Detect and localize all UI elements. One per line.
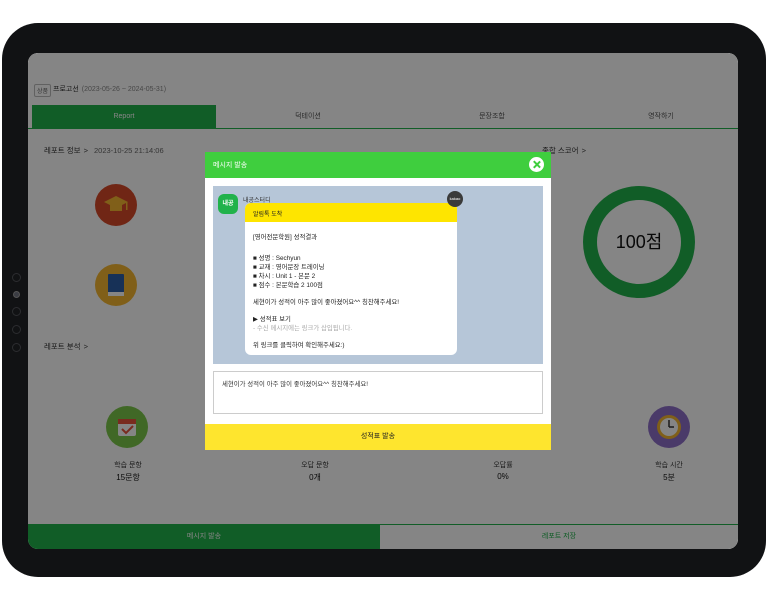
message-bubble: 알림톡 도착 [영어전문학원] 성적결과 ■ 성명 : Sechyun ■ 교재… [245,203,457,355]
sender-avatar: 내공 [218,194,238,214]
kakao-badge: kakao [447,191,463,207]
bubble-line: ■ 차시 : Unit 1 - 본문 2 [253,273,316,280]
bubble-line: ■ 교재 : 영어문장 트레이닝 [253,264,325,271]
close-icon[interactable] [529,157,544,172]
message-send-modal: 메시지 발송 내공 내공스터디 알림톡 도착 [영어전문학원] 성적결과 ■ 성… [205,152,551,450]
bubble-line: 위 링크를 클릭하여 확인해주세요:) [253,342,345,349]
bubble-line: 세현이가 성적이 아주 많이 좋아졌어요^^ 칭찬해주세요! [253,299,399,306]
modal-header: 메시지 발송 [205,152,551,178]
bubble-note: - 수신 메시지에는 링크가 삽입됩니다. [253,325,353,332]
modal-title: 메시지 발송 [213,162,248,169]
tablet-side-buttons [9,273,23,361]
bubble-line: [영어전문학원] 성적결과 [253,234,318,241]
report-link[interactable]: ▶ 성적표 보기 [253,314,291,323]
message-input[interactable] [214,372,542,413]
kakao-message-preview: 내공 내공스터디 알림톡 도착 [영어전문학원] 성적결과 ■ 성명 : Sec… [213,186,543,364]
bubble-header: 알림톡 도착 [245,203,457,222]
message-input-box [213,371,543,414]
bubble-line: ■ 점수 : 본문학습 2 100점 [253,282,323,289]
send-report-button[interactable]: 성적표 발송 [205,424,551,450]
bubble-line: ■ 성명 : Sechyun [253,255,301,262]
app-screen: 상품 프로고선 (2023-05-26 ~ 2024-05-31) Report … [28,53,738,549]
